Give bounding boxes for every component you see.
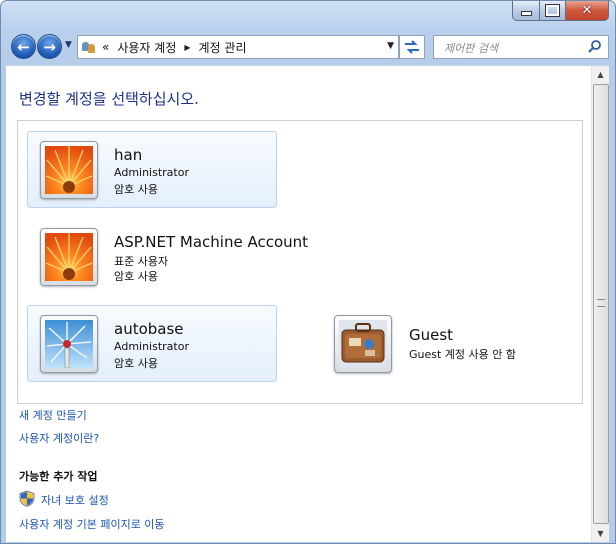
suitcase-picture-icon <box>339 320 387 368</box>
refresh-icon <box>405 40 419 54</box>
breadcrumb-overflow[interactable]: « <box>102 40 109 54</box>
flower-picture-icon <box>45 233 93 281</box>
uac-shield-icon <box>19 490 35 507</box>
maximize-icon <box>545 4 560 17</box>
scroll-down-icon[interactable]: ▼ <box>592 525 609 542</box>
account-tile-aspnet[interactable]: ASP.NET Machine Account 표준 사용자 암호 사용 <box>27 218 308 295</box>
what-is-account-link[interactable]: 사용자 계정이란? <box>19 430 99 446</box>
recent-pages-dropdown[interactable]: ▼ <box>65 40 72 50</box>
account-tile-guest[interactable]: Guest Guest 계정 사용 안 함 <box>317 305 569 382</box>
account-type: 표준 사용자 <box>114 255 169 268</box>
back-arrow-icon: ← <box>17 37 30 56</box>
account-password-status: 암호 사용 <box>114 357 158 370</box>
windmill-picture-icon <box>45 320 93 368</box>
account-password-status: 암호 사용 <box>114 183 158 196</box>
breadcrumb-item-user-accounts[interactable]: 사용자 계정 <box>117 39 176 56</box>
goto-user-accounts-home-link[interactable]: 사용자 계정 기본 페이지로 이동 <box>19 516 165 532</box>
close-button[interactable]: ✕ <box>566 1 609 21</box>
maximize-button[interactable] <box>540 1 566 21</box>
additional-tasks-title: 가능한 추가 작업 <box>19 470 98 483</box>
forward-button[interactable]: → <box>37 34 62 59</box>
account-tile-autobase[interactable]: autobase Administrator 암호 사용 <box>27 305 277 382</box>
account-type: Guest 계정 사용 안 함 <box>409 348 517 361</box>
parental-controls-link[interactable]: 자녀 보호 설정 <box>41 492 109 508</box>
content-pane: 변경할 계정을 선택하십시오. han Administrator 암호 사용 … <box>6 65 609 542</box>
search-box <box>433 35 609 59</box>
avatar <box>40 141 98 199</box>
navigation-bar: ← → ▼ « 사용자 계정 ▶ 계정 관리 ▼ <box>1 31 615 65</box>
minimize-button[interactable] <box>512 1 540 21</box>
account-password-status: 암호 사용 <box>114 270 158 283</box>
avatar <box>40 315 98 373</box>
page-title: 변경할 계정을 선택하십시오. <box>19 90 199 108</box>
refresh-button[interactable] <box>399 35 425 59</box>
close-icon: ✕ <box>581 3 593 18</box>
breadcrumb: « 사용자 계정 ▶ 계정 관리 <box>102 39 247 56</box>
scrollbar-thumb[interactable] <box>593 84 609 524</box>
control-panel-window: ✕ ← → ▼ « 사용자 계정 ▶ 계정 관리 ▼ 제어판 검색 변경할 계정… <box>0 0 616 544</box>
breadcrumb-item-manage-accounts[interactable]: 계정 관리 <box>199 39 247 56</box>
avatar <box>40 228 98 286</box>
address-bar[interactable]: « 사용자 계정 ▶ 계정 관리 ▼ <box>77 35 399 59</box>
scroll-up-icon[interactable]: ▲ <box>592 66 609 83</box>
address-dropdown-icon[interactable]: ▼ <box>387 41 394 51</box>
user-accounts-icon <box>82 40 96 54</box>
flower-picture-icon <box>45 146 93 194</box>
search-input[interactable] <box>442 38 586 58</box>
account-tile-han[interactable]: han Administrator 암호 사용 <box>27 131 277 208</box>
account-name: autobase <box>114 320 184 338</box>
vertical-scrollbar[interactable]: ▲ ▼ <box>591 66 609 542</box>
account-type: Administrator <box>114 166 189 179</box>
search-icon[interactable] <box>588 39 602 53</box>
account-type: Administrator <box>114 340 189 353</box>
forward-arrow-icon: → <box>43 37 56 56</box>
back-button[interactable]: ← <box>11 34 36 59</box>
account-name: ASP.NET Machine Account <box>114 233 309 251</box>
caption-buttons: ✕ <box>512 1 609 21</box>
avatar <box>334 315 392 373</box>
minimize-icon <box>520 11 532 16</box>
create-account-link[interactable]: 새 계정 만들기 <box>19 407 87 423</box>
account-name: Guest <box>409 326 454 344</box>
breadcrumb-separator-icon[interactable]: ▶ <box>184 43 190 52</box>
accounts-list: han Administrator 암호 사용 ASP.NET Machine … <box>17 120 583 404</box>
account-name: han <box>114 146 143 164</box>
